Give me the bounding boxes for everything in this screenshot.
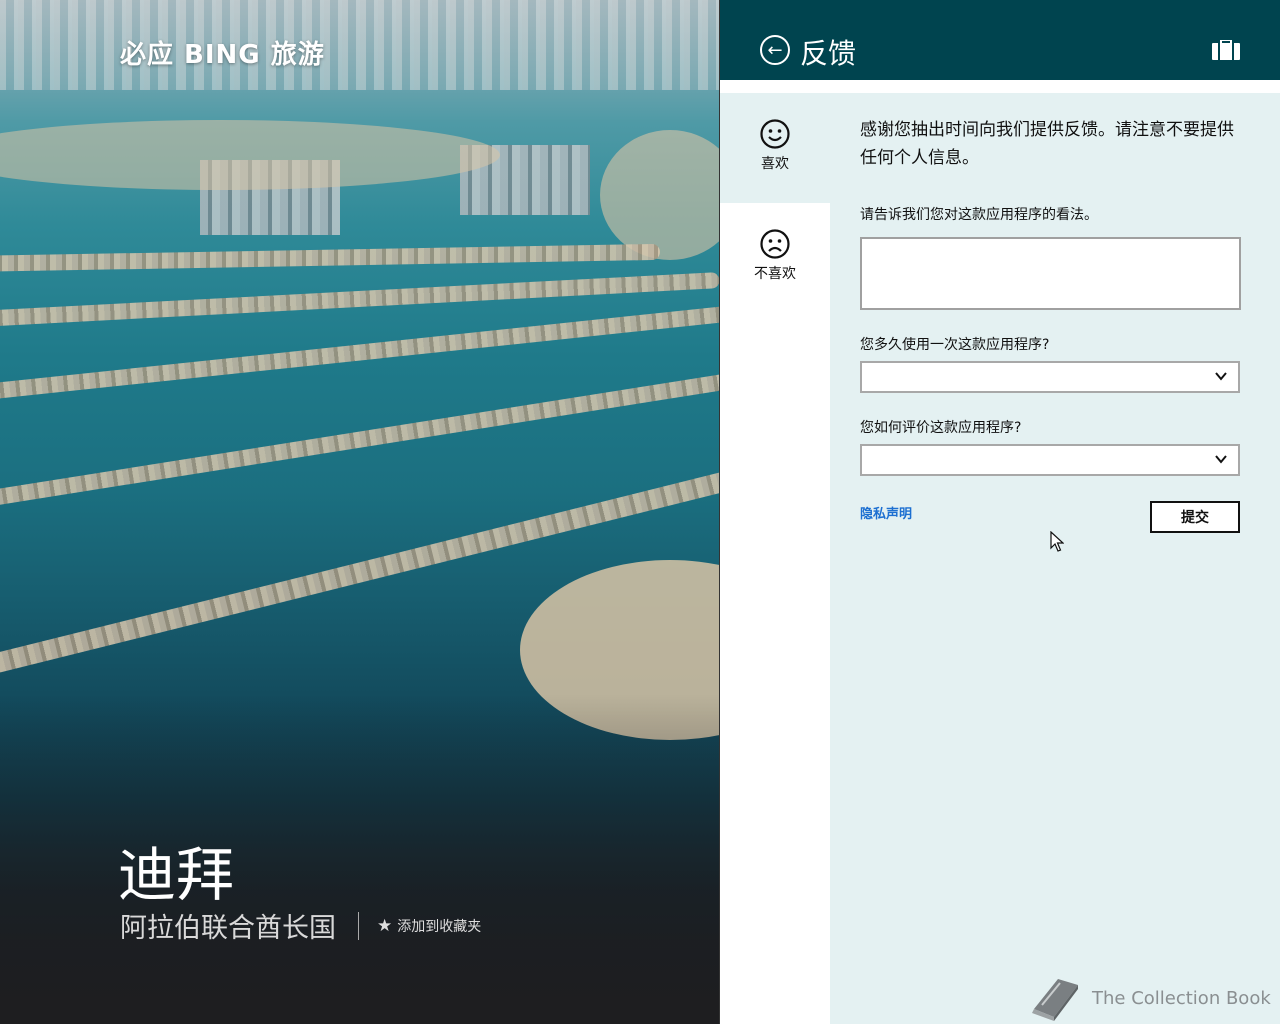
dislike-option[interactable]: 不喜欢 — [720, 203, 830, 313]
back-button[interactable]: ← — [760, 35, 790, 65]
mouse-cursor-icon — [1050, 531, 1064, 552]
briefcase-icon[interactable] — [1212, 40, 1240, 60]
like-option[interactable]: 喜欢 — [720, 93, 830, 203]
divider — [358, 911, 359, 940]
sentiment-selector: 喜欢 不喜欢 — [720, 93, 830, 1024]
bottom-gradient — [0, 694, 719, 1024]
star-icon: ★ — [377, 915, 393, 936]
dislike-label: 不喜欢 — [754, 266, 796, 282]
chevron-down-icon — [1215, 455, 1227, 464]
back-arrow-icon: ← — [767, 40, 783, 61]
crescent-sand — [0, 120, 500, 190]
sad-face-icon — [760, 229, 790, 259]
opinion-question: 请告诉我们您对这款应用程序的看法。 — [860, 207, 1098, 223]
add-to-favorites-label: 添加到收藏夹 — [397, 918, 482, 935]
feedback-title: 反馈 — [800, 37, 857, 70]
destination-subtitle-row: 阿拉伯联合酋长国 ★ 添加到收藏夹 — [120, 906, 481, 945]
frequency-question: 您多久使用一次这款应用程序? — [860, 337, 1050, 353]
smiley-face-icon — [760, 119, 790, 149]
book-icon — [1032, 979, 1078, 1021]
like-label: 喜欢 — [761, 156, 789, 172]
feedback-intro: 感谢您抽出时间向我们提供反馈。请注意不要提供任何个人信息。 — [860, 120, 1234, 168]
opinion-textarea[interactable] — [860, 237, 1241, 310]
app-title: 必应 BING 旅游 — [120, 40, 325, 70]
chevron-down-icon — [1215, 372, 1227, 381]
city-skyline — [0, 0, 719, 90]
watermark-text: The Collection Book — [1092, 987, 1271, 1009]
rating-dropdown[interactable] — [860, 444, 1240, 476]
destination-hero: 必应 BING 旅游 迪拜 阿拉伯联合酋长国 ★ 添加到收藏夹 — [0, 0, 719, 1024]
feedback-header: ← 反馈 — [720, 0, 1280, 80]
feedback-pane: ← 反馈 喜欢 不喜欢 感谢您抽出时间向我们提供反馈。请注意不要提供任何个人信息… — [719, 0, 1280, 1024]
palm-frond — [0, 243, 661, 273]
palm-frond — [0, 365, 719, 511]
add-to-favorites-button[interactable]: ★ 添加到收藏夹 — [377, 916, 481, 936]
privacy-statement-link[interactable]: 隐私声明 — [860, 503, 912, 522]
watermark: The Collection Book — [1028, 975, 1271, 1021]
submit-button[interactable]: 提交 — [1150, 501, 1240, 533]
rating-question: 您如何评价这款应用程序? — [860, 420, 1022, 436]
crescent-sand — [600, 130, 719, 260]
destination-city: 迪拜 — [118, 841, 235, 909]
destination-country: 阿拉伯联合酋长国 — [120, 913, 336, 944]
frequency-dropdown[interactable] — [860, 361, 1240, 393]
header-separator — [720, 80, 1280, 93]
